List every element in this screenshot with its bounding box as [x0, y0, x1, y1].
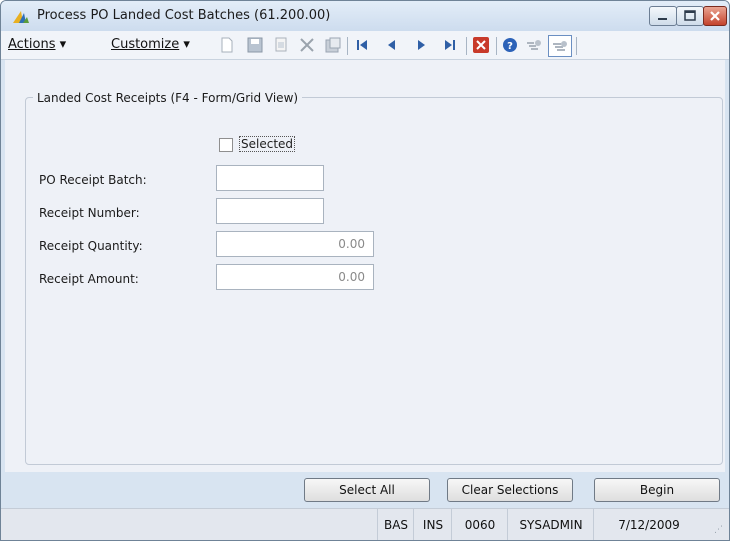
window-title: Process PO Landed Cost Batches (61.200.0… [37, 8, 331, 23]
toolbar: Actions ▾ Customize ▾ ? [1, 31, 729, 60]
app-logo-icon [13, 11, 29, 23]
toolbar-separator [496, 37, 497, 55]
customize-menu[interactable]: Customize ▾ [111, 37, 190, 52]
delete-icon[interactable] [299, 37, 315, 53]
title-bar[interactable]: Process PO Landed Cost Batches (61.200.0… [1, 1, 729, 31]
app-window: Process PO Landed Cost Batches (61.200.0… [0, 0, 730, 541]
clear-selections-button[interactable]: Clear Selections [447, 478, 573, 502]
close-button[interactable] [703, 6, 727, 26]
receipt-quantity-label: Receipt Quantity: [39, 239, 143, 253]
last-record-icon[interactable] [442, 37, 458, 53]
receipt-amount-label: Receipt Amount: [39, 272, 139, 286]
paste-icon[interactable] [325, 37, 341, 53]
status-company: BAS [377, 509, 414, 540]
toolbar-separator [347, 37, 348, 55]
toolbar-separator [576, 37, 577, 55]
note-icon[interactable] [548, 35, 572, 57]
status-mode: INS [413, 509, 452, 540]
selected-checkbox-label[interactable]: Selected [239, 136, 296, 152]
begin-button[interactable]: Begin [594, 478, 720, 502]
new-icon[interactable] [219, 37, 235, 53]
resize-grip-icon[interactable]: ⋰ [714, 525, 723, 535]
maximize-button[interactable] [676, 6, 704, 26]
po-receipt-batch-label: PO Receipt Batch: [39, 173, 147, 187]
status-user: SYSADMIN [507, 509, 594, 540]
copy-icon[interactable] [273, 37, 289, 53]
maximize-icon [684, 10, 696, 21]
receipt-number-field[interactable] [216, 198, 324, 224]
close-icon [710, 11, 720, 21]
next-record-icon[interactable] [413, 37, 429, 53]
save-icon[interactable] [247, 37, 263, 53]
po-receipt-batch-field[interactable] [216, 165, 324, 191]
first-record-icon[interactable] [354, 37, 370, 53]
previous-record-icon[interactable] [384, 37, 400, 53]
close-screen-icon[interactable] [473, 37, 489, 53]
clear-selections-label: Clear Selections [461, 483, 559, 497]
status-bar: BAS INS 0060 SYSADMIN 7/12/2009 ⋰ [1, 508, 729, 540]
receipt-number-label: Receipt Number: [39, 206, 140, 220]
customize-menu-label: Customize [111, 37, 180, 52]
actions-menu-label: Actions [8, 37, 56, 52]
status-cpny-id: 0060 [451, 509, 508, 540]
begin-label: Begin [639, 483, 675, 497]
minimize-button[interactable] [649, 6, 677, 26]
actions-menu[interactable]: Actions ▾ [8, 37, 66, 52]
minimize-icon [658, 18, 667, 20]
receipt-amount-field[interactable]: 0.00 [216, 264, 374, 290]
svg-text:?: ? [507, 41, 513, 52]
status-date: 7/12/2009 [593, 509, 704, 540]
toolbar-separator [466, 37, 467, 55]
select-all-label: Select All [339, 483, 395, 497]
selected-checkbox[interactable] [219, 138, 233, 152]
receipt-quantity-field[interactable]: 0.00 [216, 231, 374, 257]
group-title: Landed Cost Receipts (F4 - Form/Grid Vie… [33, 91, 303, 105]
help-icon[interactable]: ? [502, 37, 518, 53]
link-icon[interactable] [526, 37, 542, 53]
select-all-button[interactable]: Select All [304, 478, 430, 502]
